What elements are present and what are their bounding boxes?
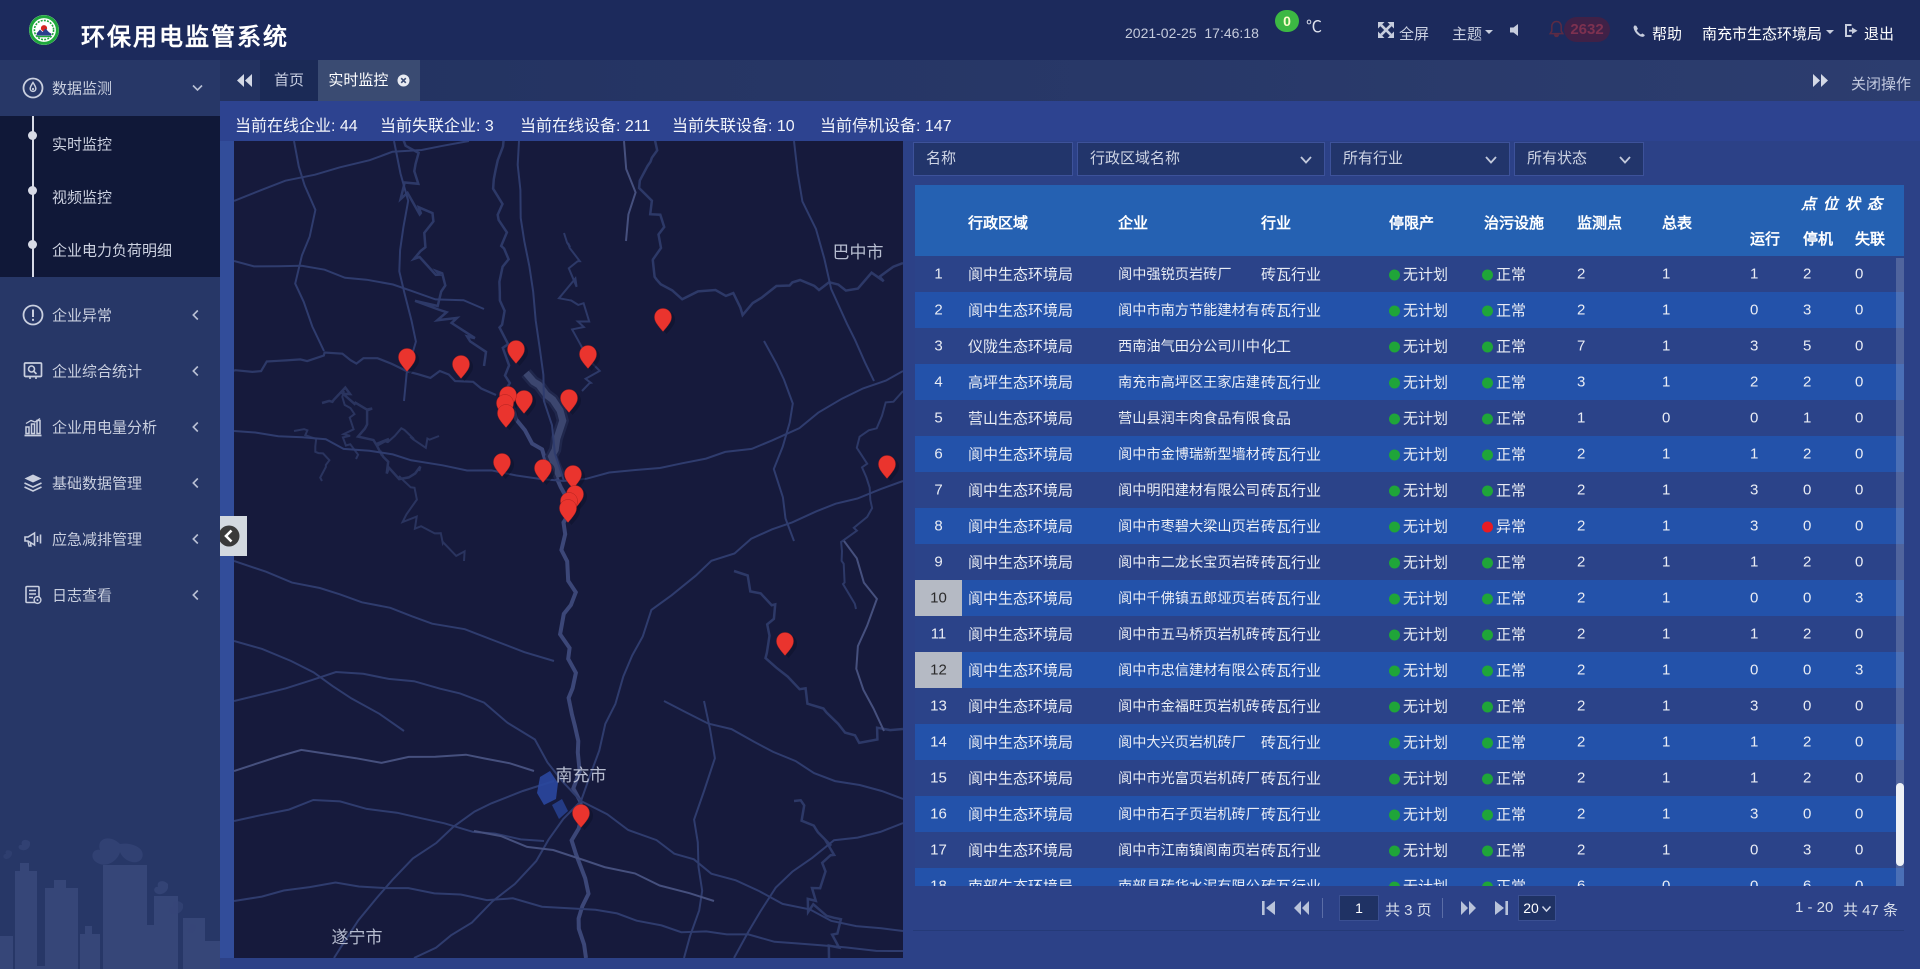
- svg-text:南充市: 南充市: [556, 766, 607, 785]
- svg-text:遂宁市: 遂宁市: [332, 928, 383, 947]
- svg-text:巴中市: 巴中市: [833, 243, 884, 262]
